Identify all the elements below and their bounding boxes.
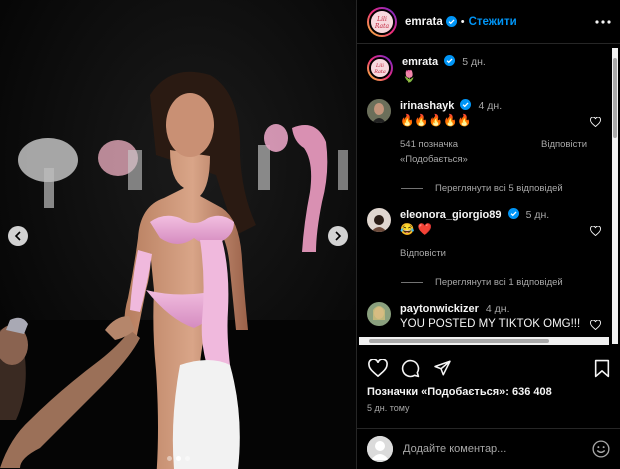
view-replies-toggle[interactable]: Переглянути всі 1 відповідей (401, 277, 603, 288)
comments-vertical-scrollbar[interactable] (612, 48, 618, 344)
comments-horizontal-scrollbar[interactable] (359, 337, 609, 345)
svg-text:Rata: Rata (373, 69, 386, 75)
save-button[interactable] (591, 357, 613, 379)
heart-icon (368, 359, 388, 377)
add-comment-bar (357, 428, 620, 469)
slide-dot (184, 456, 190, 461)
like-button[interactable] (367, 357, 389, 379)
svg-text:Rata: Rata (374, 23, 390, 30)
comment-username[interactable]: paytonwickizer (400, 303, 479, 315)
comment-time: 4 дн. (485, 303, 510, 315)
replies-line (401, 188, 423, 189)
emoji-button[interactable] (591, 439, 611, 459)
current-user-avatar (367, 436, 393, 462)
comment-input[interactable] (403, 443, 591, 455)
comment-text: YOU POSTED MY TIKTOK OMG!!! (400, 318, 581, 330)
caption-time: 5 дн. (462, 56, 486, 68)
comment-like-button[interactable] (587, 117, 603, 167)
view-replies-label[interactable]: Переглянути всі 1 відповідей (435, 277, 563, 288)
post-side-panel: Lili Rata emrata • Стежити Lili Rata emr… (356, 0, 620, 469)
heart-icon (589, 226, 601, 236)
heart-icon (589, 320, 601, 330)
view-replies-label[interactable]: Переглянути всі 5 відповідей (435, 183, 563, 194)
commenter-photo (367, 208, 391, 232)
verified-badge-icon (444, 55, 456, 66)
commenter-photo (367, 99, 391, 123)
scrollbar-thumb[interactable] (369, 339, 549, 343)
author-logo-image: Lili Rata (371, 59, 389, 77)
comment-username[interactable]: irinashayk (400, 100, 454, 112)
author-avatar-small[interactable]: Lili Rata (367, 55, 393, 81)
photo-image (0, 0, 356, 469)
verified-badge-icon (507, 208, 519, 219)
slide-indicator (0, 456, 356, 461)
likes-count[interactable]: Позначки «Подобається»: 636 408 (367, 386, 552, 398)
comment-item: eleonora_giorgio89 5 дн. 😂 ❤️ Відповісти (367, 208, 603, 261)
post-photo[interactable] (0, 0, 356, 469)
slide-dot (166, 456, 172, 461)
heart-icon (589, 117, 601, 127)
commenter-avatar[interactable] (367, 99, 391, 123)
author-logo-image: Lili Rata (371, 10, 393, 33)
comments-list[interactable]: Lili Rata emrata 5 дн. 🌷 irinashayk 4 дн… (357, 45, 609, 347)
commenter-photo (367, 302, 391, 326)
previous-slide-button[interactable] (8, 226, 28, 246)
scrollbar-thumb[interactable] (613, 58, 617, 138)
svg-text:Lili: Lili (376, 16, 387, 23)
chevron-left-icon (14, 231, 21, 241)
replies-line (401, 282, 423, 283)
comment-item: irinashayk 4 дн. 🔥🔥🔥🔥🔥 541 позначка «Под… (367, 99, 603, 167)
share-button[interactable] (431, 357, 453, 379)
next-slide-button[interactable] (328, 226, 348, 246)
comment-like-button[interactable] (587, 320, 603, 332)
share-icon (433, 360, 451, 376)
comment-item: paytonwickizer 4 дн. YOU POSTED MY TIKTO… (367, 302, 603, 332)
bookmark-icon (594, 359, 610, 377)
comment-username[interactable]: eleonora_giorgio89 (400, 209, 501, 221)
view-replies-toggle[interactable]: Переглянути всі 5 відповідей (401, 183, 603, 194)
comment-text: 🔥🔥🔥🔥🔥 (400, 115, 472, 127)
comment-time: 4 дн. (478, 100, 503, 112)
default-avatar-icon (367, 436, 393, 462)
comment-text: 😂 ❤️ (400, 224, 432, 236)
more-options-button[interactable] (594, 13, 612, 31)
comment-time: 5 дн. (525, 209, 550, 221)
comment-icon (401, 359, 419, 377)
caption-username[interactable]: emrata (402, 56, 438, 68)
reply-button[interactable]: Відповісти (400, 246, 446, 261)
emoji-smile-icon (592, 440, 610, 458)
post-header: Lili Rata emrata • Стежити (357, 0, 620, 44)
commenter-avatar[interactable] (367, 302, 391, 326)
author-username[interactable]: emrata (405, 16, 443, 28)
caption-text: 🌷 (402, 71, 417, 83)
follow-button[interactable]: Стежити (469, 16, 517, 28)
comment-button[interactable] (399, 357, 421, 379)
author-avatar[interactable]: Lili Rata (367, 6, 397, 37)
post-timestamp: 5 дн. тому (367, 403, 410, 413)
verified-badge-icon (445, 16, 457, 27)
chevron-right-icon (335, 231, 342, 241)
comment-like-count[interactable]: 541 позначка «Подобається» (400, 137, 527, 167)
commenter-avatar[interactable] (367, 208, 391, 232)
reply-button[interactable]: Відповісти (541, 137, 587, 167)
more-horizontal-icon (595, 19, 611, 24)
post-actions (367, 356, 613, 380)
verified-badge-icon (460, 99, 472, 110)
comment-like-button[interactable] (587, 226, 603, 261)
separator-dot: • (460, 15, 465, 28)
slide-dot-active (175, 456, 181, 461)
caption: Lili Rata emrata 5 дн. 🌷 (367, 55, 603, 85)
